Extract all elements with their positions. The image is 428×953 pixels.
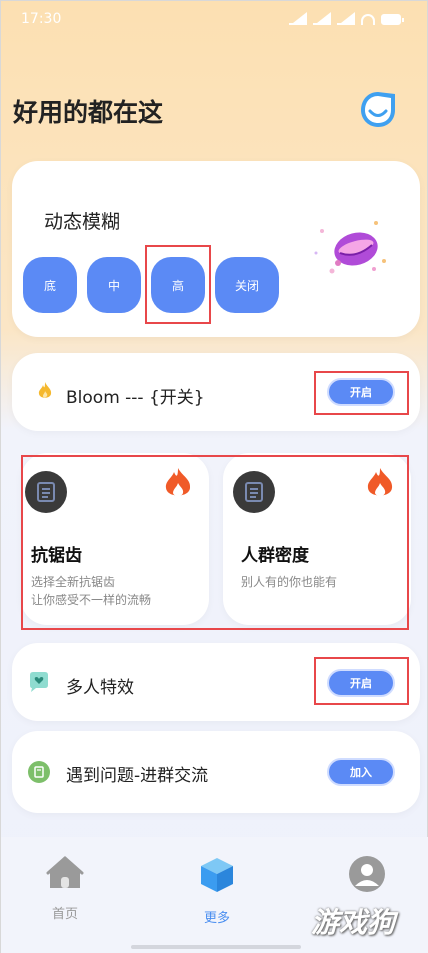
motion-blur-title: 动态模糊	[44, 211, 121, 233]
status-time: 17:30	[21, 11, 62, 27]
join-group-button[interactable]: 加入	[327, 758, 395, 786]
feature-description: 选择全新抗锯齿 让你感受不一样的流畅	[31, 573, 201, 609]
blur-low-button[interactable]: 底	[23, 257, 77, 313]
feature-title: 抗锯齿	[31, 546, 82, 566]
multiplayer-effects-card: 多人特效 开启	[12, 643, 420, 721]
wifi-icon	[361, 13, 375, 25]
page-title: 好用的都在这	[13, 98, 164, 127]
status-icons	[289, 11, 404, 25]
lips-icon	[314, 221, 386, 274]
smiley-logo-icon[interactable]	[358, 89, 398, 129]
feature-card-crowd-density[interactable]: 人群密度 别人有的你也能有	[223, 453, 411, 625]
watermark-logo: 游戏狗	[311, 906, 396, 939]
motion-blur-card: 动态模糊 底 中 高 关闭	[12, 161, 420, 337]
feature-description: 别人有的你也能有	[241, 573, 411, 591]
user-avatar-icon	[349, 856, 385, 892]
chat-heart-icon	[30, 672, 48, 692]
signal-icon	[289, 11, 307, 25]
blur-medium-button[interactable]: 中	[87, 257, 141, 313]
home-icon	[46, 856, 84, 888]
nav-item-more[interactable]: 更多	[177, 855, 257, 926]
feature-desc-line: 让你感受不一样的流畅	[31, 593, 152, 607]
nav-label-more: 更多	[203, 911, 230, 926]
feature-desc-line: 选择全新抗锯齿	[31, 575, 116, 589]
nav-item-home[interactable]: 首页	[25, 855, 105, 922]
hot-flame-icon	[367, 468, 393, 496]
multiplayer-effects-label: 多人特效	[66, 678, 134, 698]
join-group-card: 遇到问题-进群交流 加入	[12, 731, 420, 813]
signal-icon-3	[337, 11, 355, 25]
book-icon	[28, 761, 50, 783]
bloom-toggle-button[interactable]: 开启	[327, 378, 395, 406]
document-icon	[233, 471, 275, 513]
blur-high-button[interactable]: 高	[151, 257, 205, 313]
feature-card-antialias[interactable]: 抗锯齿 选择全新抗锯齿 让你感受不一样的流畅	[21, 453, 209, 625]
nav-item-profile[interactable]	[327, 855, 407, 905]
bloom-label: Bloom --- {开关}	[66, 388, 205, 408]
nav-label-home: 首页	[51, 907, 78, 922]
signal-icon-2	[313, 11, 331, 25]
status-bar: 17:30	[1, 1, 428, 37]
cube-icon	[201, 858, 233, 892]
home-indicator[interactable]	[131, 945, 301, 949]
feature-desc-line: 别人有的你也能有	[241, 575, 338, 589]
feature-title: 人群密度	[241, 546, 309, 566]
hot-flame-icon	[165, 468, 191, 496]
bloom-card: Bloom --- {开关} 开启	[12, 353, 420, 431]
battery-icon	[381, 13, 404, 25]
multiplayer-effects-toggle-button[interactable]: 开启	[327, 669, 395, 697]
join-group-label: 遇到问题-进群交流	[66, 766, 209, 786]
blur-off-button[interactable]: 关闭	[215, 257, 279, 313]
flame-icon	[38, 382, 52, 398]
document-icon	[25, 471, 67, 513]
